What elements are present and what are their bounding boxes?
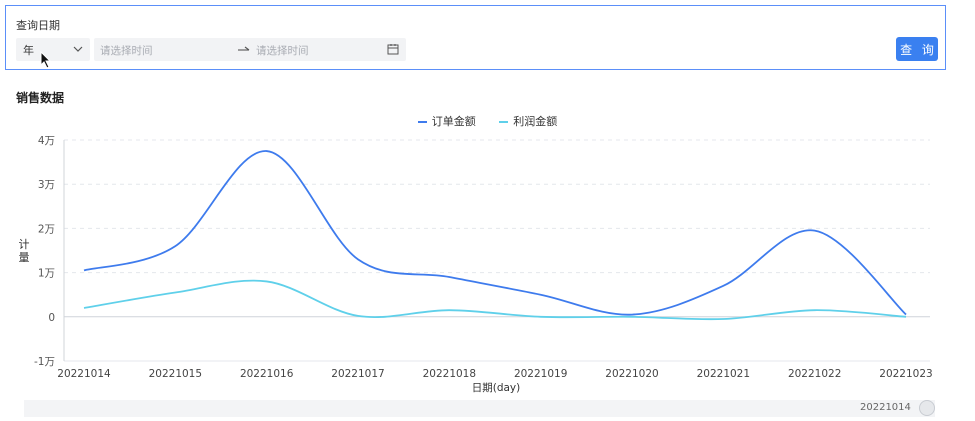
y-axis-title: 量: [19, 251, 30, 264]
y-tick-label: 2万: [38, 223, 55, 235]
x-tick-label: 20221017: [331, 368, 384, 380]
y-tick-label: 1万: [38, 268, 55, 280]
x-tick-label: 20221016: [240, 368, 294, 380]
zoom-label: 20221014: [860, 402, 911, 413]
y-axis-title: 计: [19, 238, 30, 251]
sales-line-chart: -1万 0 1万 2万 3万 4万 20221014 20221015 20221016 2022…: [19, 135, 933, 394]
x-tick-label: 20221014: [57, 368, 111, 380]
x-tick-label: 20221021: [697, 368, 750, 380]
series-line-1: [83, 150, 907, 316]
x-tick-label: 20221018: [423, 368, 476, 380]
data-zoom-slider[interactable]: [24, 400, 935, 417]
y-tick-label: 3万: [38, 179, 55, 191]
x-tick-label: 20221020: [605, 368, 658, 380]
x-tick-label: 20221015: [149, 368, 202, 380]
zoom-handle[interactable]: [919, 400, 935, 416]
x-axis-title: 日期(day): [472, 382, 521, 394]
y-tick-label: -1万: [34, 356, 55, 368]
x-tick-label: 20221019: [514, 368, 567, 380]
x-tick-label: 20221022: [788, 368, 841, 380]
y-tick-label: 4万: [38, 135, 55, 147]
x-tick-label: 20221023: [879, 368, 932, 380]
y-tick-label: 0: [48, 312, 55, 324]
